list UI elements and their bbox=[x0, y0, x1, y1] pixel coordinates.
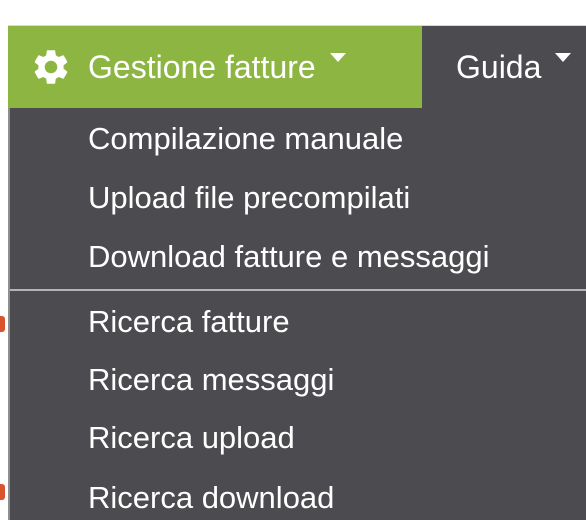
left-edge-marker bbox=[0, 316, 5, 332]
left-edge-marker bbox=[0, 484, 5, 500]
gestione-fatture-dropdown-menu: Compilazione manuale Upload file precomp… bbox=[8, 108, 586, 520]
menu-item-compilazione-manuale[interactable]: Compilazione manuale bbox=[88, 119, 403, 159]
menu-divider bbox=[10, 289, 586, 291]
menu-item-download-fatture-e-messaggi[interactable]: Download fatture e messaggi bbox=[88, 237, 490, 277]
nav-guida-label: Guida bbox=[456, 48, 542, 85]
menu-item-upload-file-precompilati[interactable]: Upload file precompilati bbox=[88, 178, 410, 218]
caret-down-icon bbox=[555, 52, 572, 62]
nav-gestione-fatture-label: Gestione fatture bbox=[88, 48, 316, 85]
top-navbar: Gestione fatture Guida bbox=[8, 26, 586, 108]
gear-icon bbox=[34, 50, 68, 84]
nav-gestione-fatture-button[interactable]: Gestione fatture bbox=[8, 26, 422, 108]
menu-item-ricerca-download[interactable]: Ricerca download bbox=[88, 478, 334, 518]
menu-item-ricerca-messaggi[interactable]: Ricerca messaggi bbox=[88, 360, 334, 400]
nav-guida-button[interactable]: Guida bbox=[422, 26, 586, 108]
menu-item-ricerca-upload[interactable]: Ricerca upload bbox=[88, 418, 295, 458]
menu-item-ricerca-fatture[interactable]: Ricerca fatture bbox=[88, 302, 290, 342]
caret-down-icon bbox=[329, 52, 346, 62]
